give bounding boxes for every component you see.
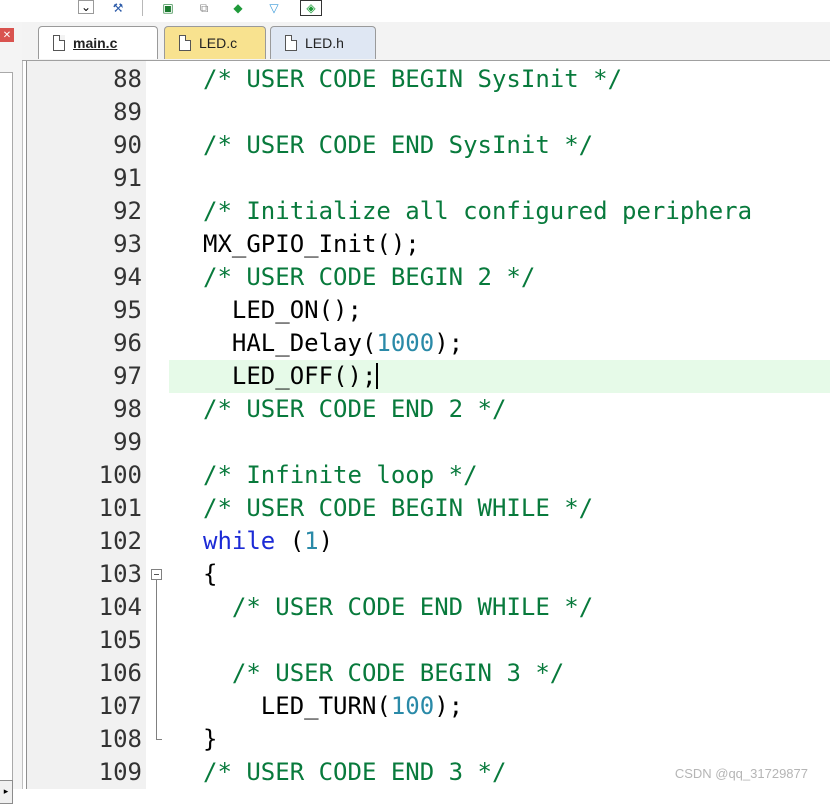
line-number: 105 [98, 626, 142, 654]
toolbar: ⌄ ⚒ ▣ ⧉ ◆ ▽ ◈ [0, 0, 830, 22]
line-number: 95 [113, 296, 142, 324]
code-text[interactable]: /* USER CODE BEGIN 2 */ [203, 261, 535, 294]
code-text[interactable]: { [203, 558, 217, 591]
window-layout-icon[interactable]: ▣ [158, 0, 178, 16]
line-number: 108 [98, 725, 142, 753]
filter-icon[interactable]: ▽ [264, 0, 284, 16]
tab-led-c[interactable]: LED.c [164, 26, 266, 59]
line-number: 90 [113, 131, 142, 159]
fold-end-marker [156, 739, 162, 740]
line-number: 93 [113, 230, 142, 258]
code-text[interactable]: /* USER CODE BEGIN 3 */ [203, 657, 564, 690]
configure-icon[interactable]: ⧉ [194, 0, 214, 16]
line-number: 106 [98, 659, 142, 687]
line-number: 99 [113, 428, 142, 456]
code-text[interactable]: MX_GPIO_Init(); [203, 228, 420, 261]
code-line[interactable]: 94 /* USER CODE BEGIN 2 */ [27, 261, 830, 294]
file-icon [53, 35, 65, 51]
code-line[interactable]: 93 MX_GPIO_Init(); [27, 228, 830, 261]
line-number: 96 [113, 329, 142, 357]
toolbar-separator [142, 0, 143, 16]
pack-installer-icon[interactable]: ◆ [228, 0, 248, 16]
code-line[interactable]: 108} [27, 723, 830, 756]
project-tree-pane [0, 72, 13, 784]
code-line[interactable]: 106 /* USER CODE BEGIN 3 */ [27, 657, 830, 690]
code-line[interactable]: 104 /* USER CODE END WHILE */ [27, 591, 830, 624]
code-text[interactable]: LED_TURN(100); [203, 690, 463, 723]
code-line[interactable]: 96 HAL_Delay(1000); [27, 327, 830, 360]
fold-collapse-icon[interactable] [151, 569, 162, 580]
code-text[interactable]: /* USER CODE END SysInit */ [203, 129, 593, 162]
code-line[interactable]: 103 { [27, 558, 830, 591]
code-text[interactable]: /* USER CODE END 2 */ [203, 393, 506, 426]
code-text[interactable]: /* USER CODE END WHILE */ [203, 591, 593, 624]
line-number: 107 [98, 692, 142, 720]
line-number: 94 [113, 263, 142, 291]
code-text[interactable]: /* USER CODE BEGIN SysInit */ [203, 63, 622, 96]
code-text[interactable]: LED_ON(); [203, 294, 362, 327]
line-number: 91 [113, 164, 142, 192]
tab-main-c[interactable]: main.c [38, 26, 158, 59]
code-text[interactable]: /* USER CODE BEGIN WHILE */ [203, 492, 593, 525]
watermark: CSDN @qq_31729877 [674, 766, 808, 781]
code-line[interactable]: 98 /* USER CODE END 2 */ [27, 393, 830, 426]
file-icon [179, 35, 191, 51]
code-text[interactable]: /* USER CODE END 3 */ [203, 756, 506, 789]
tab-label: LED.c [199, 35, 238, 51]
code-line[interactable]: 90 /* USER CODE END SysInit */ [27, 129, 830, 162]
line-number: 97 [113, 362, 142, 390]
code-text[interactable]: /* Infinite loop */ [203, 459, 478, 492]
scroll-right-icon[interactable]: ▸ [0, 780, 13, 804]
text-cursor [376, 363, 379, 389]
manage-run-time-icon[interactable]: ◈ [300, 0, 322, 16]
line-number: 100 [98, 461, 142, 489]
line-number: 104 [98, 593, 142, 621]
line-number: 88 [113, 65, 142, 93]
fold-guide-line [156, 580, 157, 739]
code-line[interactable]: 100 /* Infinite loop */ [27, 459, 830, 492]
line-number: 98 [113, 395, 142, 423]
dropdown-icon[interactable]: ⌄ [78, 0, 94, 14]
code-editor[interactable]: 88 /* USER CODE BEGIN SysInit */ 89 90 /* US… [26, 61, 830, 789]
line-number: 101 [98, 494, 142, 522]
code-line[interactable]: 107 LED_TURN(100); [27, 690, 830, 723]
code-line[interactable]: 105 [27, 624, 830, 657]
code-line[interactable]: 92 /* Initialize all configured periphera [27, 195, 830, 228]
close-panel-icon[interactable]: ✕ [0, 28, 14, 42]
file-icon [285, 35, 297, 51]
code-line[interactable]: 91 [27, 162, 830, 195]
project-panel-edge: ✕ ▸ [0, 22, 23, 804]
editor-tab-bar: main.c LED.c LED.h [22, 22, 830, 61]
tab-label: LED.h [305, 35, 344, 51]
tab-label: main.c [73, 35, 118, 51]
line-number: 102 [98, 527, 142, 555]
code-text[interactable]: /* Initialize all configured periphera [203, 195, 752, 228]
line-number: 89 [113, 98, 142, 126]
code-line[interactable]: 89 [27, 96, 830, 129]
wizard-icon[interactable]: ⚒ [108, 0, 128, 16]
code-text[interactable]: while (1) [203, 525, 333, 558]
code-text[interactable]: HAL_Delay(1000); [203, 327, 463, 360]
line-number: 92 [113, 197, 142, 225]
code-text[interactable]: } [203, 723, 217, 756]
tab-led-h[interactable]: LED.h [270, 26, 376, 59]
line-number: 109 [98, 758, 142, 786]
code-line[interactable]: 101 /* USER CODE BEGIN WHILE */ [27, 492, 830, 525]
code-text[interactable]: LED_OFF(); [203, 360, 379, 393]
code-line[interactable]: 102 while (1) [27, 525, 830, 558]
code-line[interactable]: 97 LED_OFF(); [27, 360, 830, 393]
code-line[interactable]: 95 LED_ON(); [27, 294, 830, 327]
code-line[interactable]: 99 [27, 426, 830, 459]
line-number: 103 [98, 560, 142, 588]
code-line[interactable]: 88 /* USER CODE BEGIN SysInit */ [27, 63, 830, 96]
